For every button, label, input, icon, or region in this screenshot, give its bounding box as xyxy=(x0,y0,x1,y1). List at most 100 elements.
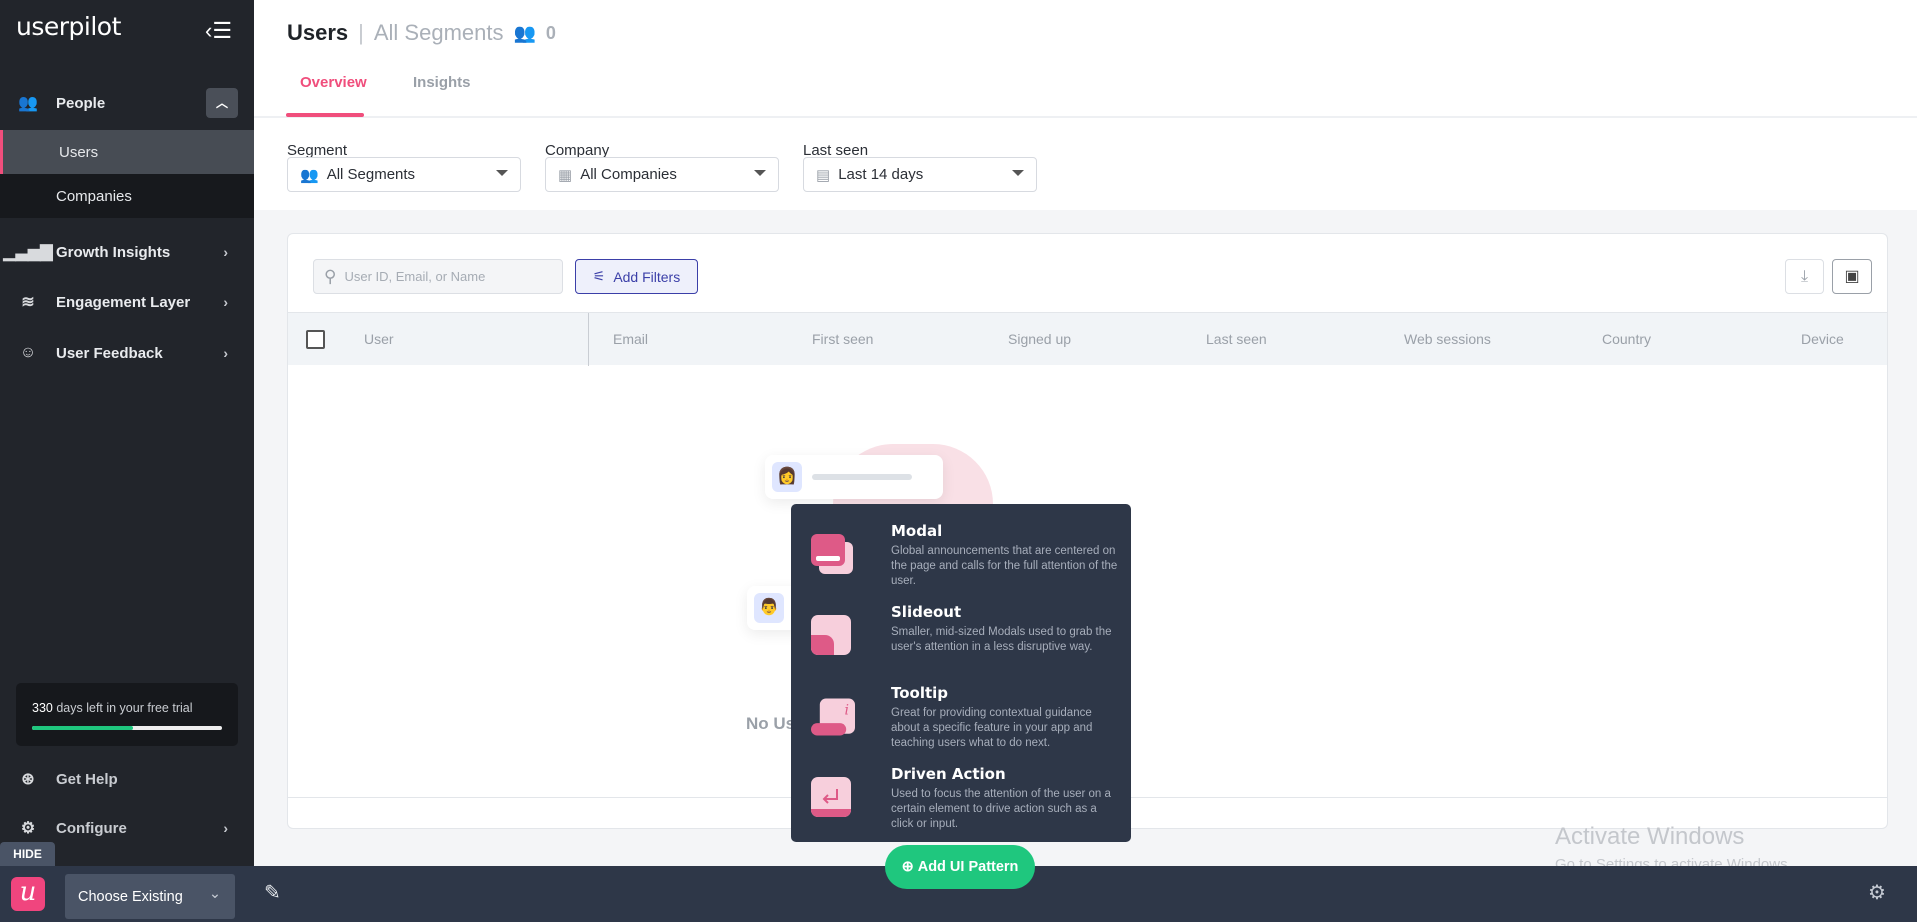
trial-progress-fill xyxy=(32,726,133,730)
sidebar-item-label: Configure xyxy=(56,819,127,837)
chevron-right-icon: › xyxy=(223,820,228,836)
trial-progress-bar xyxy=(32,726,222,730)
sidebar-item-companies[interactable]: Companies xyxy=(0,174,254,218)
menu-item-slideout[interactable]: Slideout Smaller, mid-sized Modals used … xyxy=(791,603,1131,683)
choose-existing-dropdown[interactable]: Choose Existing ⌄ xyxy=(65,874,235,919)
column-header-email[interactable]: Email xyxy=(613,331,648,347)
caret-down-icon xyxy=(1012,170,1024,176)
column-header-signed-up[interactable]: Signed up xyxy=(1008,331,1071,347)
table-columns-icon: ▣ xyxy=(1844,268,1860,285)
download-button[interactable]: ⤓ xyxy=(1785,259,1824,294)
sidebar-item-label: Engagement Layer xyxy=(56,293,191,311)
users-icon: 👥 xyxy=(513,22,536,43)
sidebar-item-growth-insights[interactable]: ▁▃▅▇ Growth Insights › xyxy=(0,230,254,274)
gear-icon: ⚙ xyxy=(20,820,36,837)
hide-toolbar-tab[interactable]: HIDE xyxy=(0,842,55,866)
menu-item-description: Smaller, mid-sized Modals used to grab t… xyxy=(891,626,1112,653)
sidebar-item-label: Companies xyxy=(56,187,132,205)
sidebar-item-user-feedback[interactable]: ☺ User Feedback › xyxy=(0,331,254,375)
slideout-icon xyxy=(811,615,851,655)
avatar-icon: 👨 xyxy=(754,593,784,623)
columns-button[interactable]: ▣ xyxy=(1832,259,1872,294)
sidebar-item-label: User Feedback xyxy=(56,344,163,362)
menu-item-title: Modal xyxy=(891,522,943,540)
menu-item-tooltip[interactable]: i Tooltip Great for providing contextual… xyxy=(791,684,1131,764)
page-title: Users xyxy=(287,20,349,45)
sidebar-item-label: People xyxy=(56,94,106,112)
users-icon: 👥 xyxy=(300,166,319,184)
caret-down-icon xyxy=(496,170,508,176)
plus-circle-icon: ⊕ xyxy=(901,859,914,875)
tooltip-icon: i xyxy=(811,698,855,736)
column-header-first-seen[interactable]: First seen xyxy=(812,331,873,347)
caret-down-icon xyxy=(754,170,766,176)
tab-overview[interactable]: Overview xyxy=(300,74,367,91)
dropdown-value: All Segments xyxy=(326,166,416,183)
sidebar-item-label: Growth Insights xyxy=(56,243,171,261)
chevron-down-icon: ⌄ xyxy=(208,886,221,902)
tab-underline xyxy=(286,113,364,117)
column-header-last-seen[interactable]: Last seen xyxy=(1206,331,1267,347)
column-header-device[interactable]: Device xyxy=(1801,331,1844,347)
dropdown-value: Choose Existing xyxy=(78,888,183,905)
smile-icon: ☺ xyxy=(19,344,37,361)
button-label: Add Filters xyxy=(613,268,681,285)
chevron-up-icon[interactable]: ︿ xyxy=(206,88,238,118)
sidebar-item-get-help[interactable]: ⊛ Get Help xyxy=(0,757,254,801)
calendar-icon: ▤ xyxy=(816,166,831,184)
ui-pattern-menu: Modal Global announcements that are cent… xyxy=(791,504,1131,842)
column-header-user[interactable]: User xyxy=(364,331,394,347)
sidebar-item-engagement-layer[interactable]: ≋ Engagement Layer › xyxy=(0,280,254,324)
trial-box: 330 days left in your free trial xyxy=(16,683,238,746)
sidebar-item-users[interactable]: Users xyxy=(0,130,254,174)
dropdown-value: All Companies xyxy=(580,166,677,183)
illustration-card: 👩 xyxy=(765,455,943,499)
enter-arrow-icon xyxy=(811,777,851,817)
sidebar-item-label: Get Help xyxy=(56,770,118,788)
avatar-icon: 👩 xyxy=(772,462,802,492)
column-header-web-sessions[interactable]: Web sessions xyxy=(1404,331,1491,347)
menu-item-title: Tooltip xyxy=(891,684,949,702)
search-icon: ⚲ xyxy=(324,266,337,286)
dropdown-value: Last 14 days xyxy=(838,166,924,183)
search-placeholder: User ID, Email, or Name xyxy=(344,269,486,284)
collapse-menu-icon[interactable]: ‹☰ xyxy=(205,18,232,44)
menu-item-description: Global announcements that are centered o… xyxy=(891,545,1118,587)
menu-item-driven-action[interactable]: Driven Action Used to focus the attentio… xyxy=(791,765,1131,845)
svg-text:i: i xyxy=(844,702,849,718)
button-label: Add UI Pattern xyxy=(917,859,1019,875)
gear-icon[interactable]: ⚙ xyxy=(1868,880,1886,905)
building-icon: ▦ xyxy=(558,166,573,184)
lifebuoy-icon: ⊛ xyxy=(21,771,35,788)
add-filters-button[interactable]: ⚟ Add Filters xyxy=(575,259,698,294)
menu-item-title: Driven Action xyxy=(891,765,1006,783)
filter-bar: Segment 👥 All Segments Company ▦ All Compa… xyxy=(254,118,1917,210)
tab-insights[interactable]: Insights xyxy=(413,74,471,91)
column-header-country[interactable]: Country xyxy=(1602,331,1651,347)
placeholder-line xyxy=(812,474,912,480)
sidebar-item-people[interactable]: 👥 People ︿ xyxy=(0,81,254,125)
modal-icon xyxy=(811,534,853,574)
chevron-right-icon: › xyxy=(223,244,228,260)
segment-title: All Segments xyxy=(373,20,504,45)
menu-item-modal[interactable]: Modal Global announcements that are cent… xyxy=(791,522,1131,602)
segment-dropdown[interactable]: 👥 All Segments xyxy=(287,157,521,192)
select-all-checkbox[interactable] xyxy=(306,330,325,349)
menu-item-title: Slideout xyxy=(891,603,962,621)
page-header: Users | All Segments 👥 0 Overview Insigh… xyxy=(254,0,1917,118)
pencil-icon[interactable]: ✎ xyxy=(264,880,281,905)
user-count: 0 xyxy=(545,22,556,43)
separator: | xyxy=(358,20,364,45)
company-dropdown[interactable]: ▦ All Companies xyxy=(545,157,779,192)
people-icon: 👥 xyxy=(18,95,38,112)
layers-icon: ≋ xyxy=(21,294,35,311)
userpilot-logo-icon[interactable]: u xyxy=(11,877,45,911)
sidebar: userpilot ‹☰ 👥 People ︿ Users Companies … xyxy=(0,0,254,866)
search-input[interactable]: ⚲ User ID, Email, or Name xyxy=(313,259,563,294)
userpilot-logo[interactable]: userpilot xyxy=(16,12,121,41)
column-divider xyxy=(588,313,589,366)
last-seen-dropdown[interactable]: ▤ Last 14 days xyxy=(803,157,1037,192)
add-ui-pattern-button[interactable]: ⊕ Add UI Pattern xyxy=(885,845,1035,889)
table-header: User Email First seen Signed up Last see… xyxy=(288,312,1887,366)
trial-text: 330 days left in your free trial xyxy=(32,701,193,715)
